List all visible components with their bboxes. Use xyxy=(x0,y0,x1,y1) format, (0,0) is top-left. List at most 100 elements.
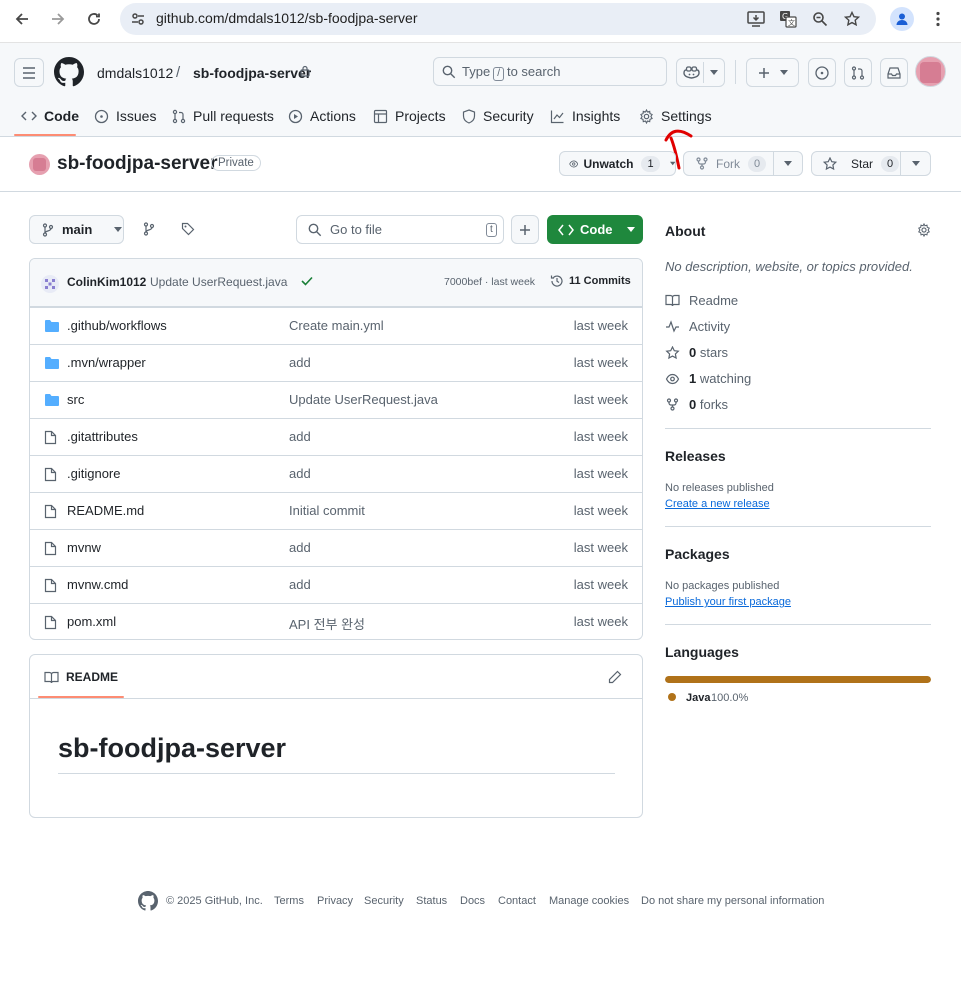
pull-requests-icon[interactable] xyxy=(844,58,872,87)
file-name-link[interactable]: .github/workflows xyxy=(67,318,167,333)
packages-title[interactable]: Packages xyxy=(665,546,730,562)
file-commit-message[interactable]: Initial commit xyxy=(289,503,365,518)
owner-link[interactable]: dmdals1012 xyxy=(97,65,173,81)
footer-link-do-not-share[interactable]: Do not share my personal information xyxy=(641,895,824,907)
file-commit-message[interactable]: add xyxy=(289,577,311,592)
file-row[interactable]: .gitignore add last week xyxy=(30,455,642,492)
footer-link-security[interactable]: Security xyxy=(364,895,404,907)
code-button[interactable]: Code xyxy=(547,215,643,244)
file-name-link[interactable]: .mvn/wrapper xyxy=(67,355,146,370)
file-row[interactable]: src Update UserRequest.java last week xyxy=(30,381,642,418)
bookmark-star-icon[interactable] xyxy=(840,7,864,31)
back-icon[interactable] xyxy=(10,7,34,31)
add-file-button[interactable] xyxy=(511,215,539,244)
tab-issues[interactable]: Issues xyxy=(94,106,156,126)
zoom-icon[interactable] xyxy=(808,7,832,31)
book-icon xyxy=(665,294,680,307)
file-name-link[interactable]: README.md xyxy=(67,503,144,518)
browser-menu-icon[interactable] xyxy=(926,7,950,31)
file-commit-message[interactable]: add xyxy=(289,429,311,444)
pencil-icon[interactable] xyxy=(608,670,622,684)
language-name[interactable]: Java xyxy=(686,692,710,704)
repo-link[interactable]: sb-foodjpa-server xyxy=(193,65,311,81)
file-commit-message[interactable]: API 전부 완성 xyxy=(289,614,365,633)
hamburger-menu-icon[interactable] xyxy=(14,58,44,87)
file-commit-message[interactable]: add xyxy=(289,355,311,370)
install-app-icon[interactable] xyxy=(744,7,768,31)
copilot-button[interactable] xyxy=(676,58,725,87)
file-name-link[interactable]: .gitattributes xyxy=(67,429,138,444)
footer-link-manage-cookies[interactable]: Manage cookies xyxy=(549,895,629,907)
file-row[interactable]: .github/workflows Create main.yml last wee… xyxy=(30,307,642,344)
watching-link[interactable]: 1 watching xyxy=(665,371,751,386)
forward-icon[interactable] xyxy=(46,7,70,31)
file-commit-message[interactable]: Create main.yml xyxy=(289,318,384,333)
reload-icon[interactable] xyxy=(82,7,106,31)
create-new-button[interactable] xyxy=(746,58,799,87)
gear-icon[interactable] xyxy=(917,223,931,237)
file-name-link[interactable]: pom.xml xyxy=(67,614,116,629)
footer-link-contact[interactable]: Contact xyxy=(498,895,536,907)
stars-link[interactable]: 0 stars xyxy=(665,345,728,360)
site-info-icon[interactable] xyxy=(126,7,150,31)
code-button-label: Code xyxy=(580,222,613,237)
commit-message[interactable]: Update UserRequest.java xyxy=(150,275,287,289)
repo-title[interactable]: sb-foodjpa-server xyxy=(57,153,217,175)
readme-tab[interactable]: README xyxy=(66,670,118,684)
publish-package-link[interactable]: Publish your first package xyxy=(665,596,791,608)
chevron-down-icon[interactable] xyxy=(784,161,792,166)
url-text[interactable]: github.com/dmdals1012/sb-foodjpa-server xyxy=(156,10,417,26)
tab-code[interactable]: Code xyxy=(21,106,79,126)
file-row[interactable]: pom.xml API 전부 완성 last week xyxy=(30,603,642,639)
tab-label: Issues xyxy=(116,108,157,124)
file-commit-message[interactable]: add xyxy=(289,466,311,481)
create-release-link[interactable]: Create a new release xyxy=(665,498,770,510)
releases-title[interactable]: Releases xyxy=(665,448,726,464)
translate-icon[interactable]: G文 xyxy=(776,7,800,31)
branches-icon[interactable] xyxy=(143,222,155,236)
branch-name: main xyxy=(62,222,93,237)
user-avatar[interactable] xyxy=(915,56,946,87)
activity-link[interactable]: Activity xyxy=(665,319,730,334)
tab-insights[interactable]: Insights xyxy=(550,106,620,126)
file-row[interactable]: .mvn/wrapper add last week xyxy=(30,344,642,381)
go-to-file-input[interactable] xyxy=(296,215,504,244)
tags-icon[interactable] xyxy=(181,222,195,236)
footer-link-docs[interactable]: Docs xyxy=(460,895,485,907)
file-row[interactable]: README.md Initial commit last week xyxy=(30,492,642,529)
forks-link[interactable]: 0 forks xyxy=(665,397,728,412)
file-row[interactable]: mvnw add last week xyxy=(30,529,642,566)
file-row[interactable]: .gitattributes add last week xyxy=(30,418,642,455)
file-name-link[interactable]: .gitignore xyxy=(67,466,120,481)
file-name-link[interactable]: src xyxy=(67,392,84,407)
footer-link-status[interactable]: Status xyxy=(416,895,447,907)
file-commit-message[interactable]: add xyxy=(289,540,311,555)
profile-avatar-icon[interactable] xyxy=(890,7,914,31)
commits-link[interactable]: 11 Commits xyxy=(550,274,631,288)
tab-pull-requests[interactable]: Pull requests xyxy=(172,106,274,126)
branch-selector[interactable]: main xyxy=(29,215,124,244)
github-logo-icon[interactable] xyxy=(138,891,158,911)
tab-security[interactable]: Security xyxy=(462,106,534,126)
readme-link[interactable]: Readme xyxy=(665,293,738,308)
commit-author[interactable]: ColinKim1012 xyxy=(67,275,146,289)
commits-count-label: 11 Commits xyxy=(569,275,631,287)
footer-link-terms[interactable]: Terms xyxy=(274,895,304,907)
code-icon xyxy=(21,108,37,124)
commit-author-avatar[interactable] xyxy=(41,275,59,293)
unwatch-button[interactable]: Unwatch 1 xyxy=(559,151,676,176)
footer-link-privacy[interactable]: Privacy xyxy=(317,895,353,907)
file-name-link[interactable]: mvnw.cmd xyxy=(67,577,128,592)
tab-projects[interactable]: Projects xyxy=(373,106,446,126)
tab-actions[interactable]: Actions xyxy=(288,106,356,126)
file-name-link[interactable]: mvnw xyxy=(67,540,101,555)
chevron-down-icon[interactable] xyxy=(912,161,920,166)
check-icon[interactable] xyxy=(301,276,313,286)
inbox-icon[interactable] xyxy=(880,58,908,87)
tab-settings[interactable]: Settings xyxy=(639,106,712,126)
file-row[interactable]: mvnw.cmd add last week xyxy=(30,566,642,603)
github-logo-icon[interactable] xyxy=(54,57,84,87)
issues-icon[interactable] xyxy=(808,58,836,87)
file-commit-message[interactable]: Update UserRequest.java xyxy=(289,392,438,407)
commit-meta[interactable]: 7000bef · last week xyxy=(444,276,535,288)
